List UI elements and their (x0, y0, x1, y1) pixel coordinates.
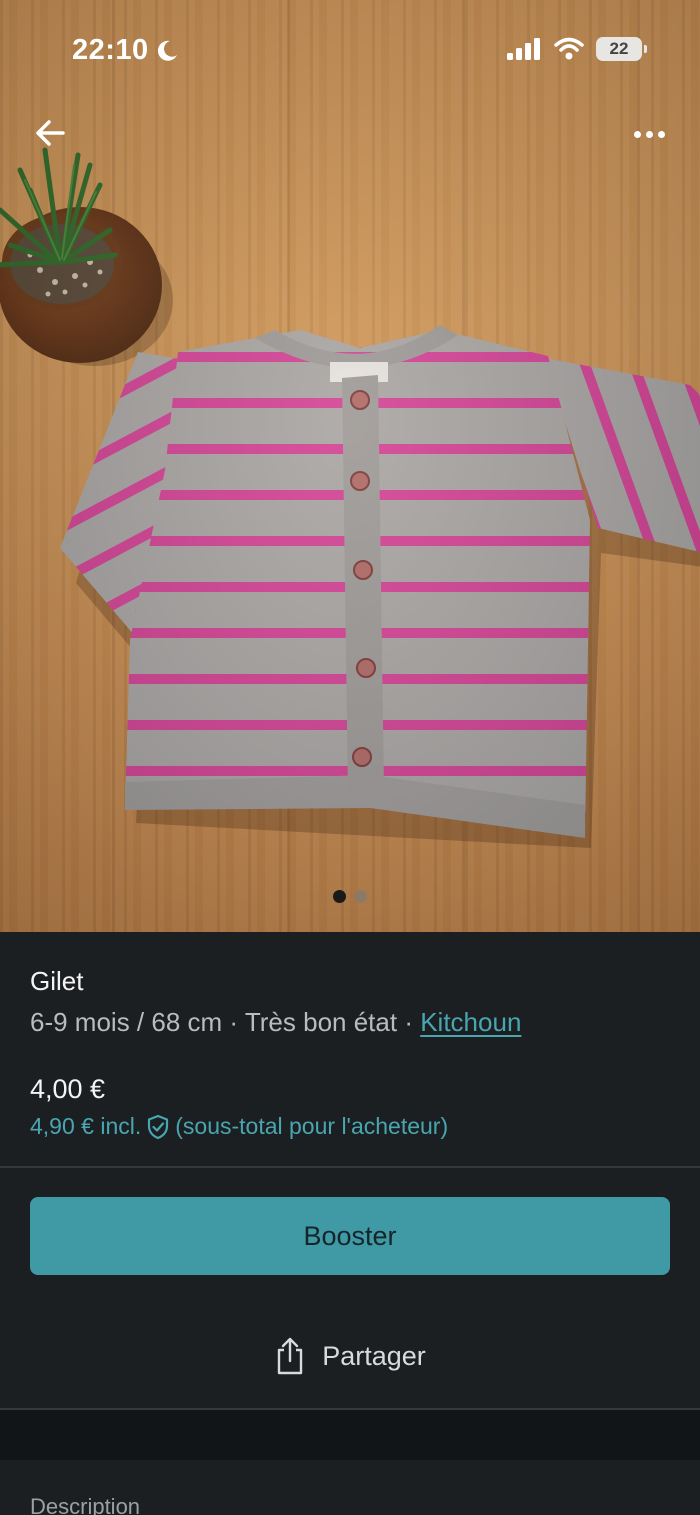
status-icons: 22 (506, 37, 647, 61)
item-photo (0, 147, 700, 848)
buyer-total-price[interactable]: 4,90 € incl. (sous-total pour l'acheteur… (30, 1113, 670, 1140)
description-label: Description (30, 1494, 141, 1515)
item-price: 4,00 € (30, 1074, 106, 1104)
boost-button[interactable]: Booster (30, 1197, 670, 1275)
share-label: Partager (322, 1340, 426, 1371)
pagination-dot[interactable] (354, 890, 367, 903)
meta-separator: · (229, 1007, 239, 1037)
item-meta: 6-9 mois / 68 cm · Très bon état · Kitch… (30, 1007, 670, 1038)
signal-icon (507, 38, 540, 60)
item-photo-gallery[interactable]: 22:10 22 (0, 0, 700, 932)
photo-pagination (0, 890, 700, 903)
pagination-dot-active[interactable] (333, 890, 346, 903)
item-info: Gilet 6-9 mois / 68 cm · Très bon état ·… (0, 932, 700, 1166)
share-icon (278, 1337, 303, 1375)
price-incl-value: 4,90 € incl. (30, 1113, 142, 1139)
item-size: 6-9 mois / 68 cm (30, 1007, 223, 1037)
back-button[interactable] (30, 112, 72, 154)
more-options-button[interactable] (626, 115, 672, 153)
item-title: Gilet (30, 966, 84, 996)
status-bar: 22:10 22 (0, 0, 700, 100)
meta-separator: · (404, 1007, 413, 1037)
item-brand-link[interactable]: Kitchoun (420, 1007, 521, 1037)
status-time: 22:10 (72, 34, 179, 67)
arrow-left-icon (36, 120, 65, 146)
battery-indicator: 22 (596, 37, 647, 61)
description-section: Description (0, 1460, 700, 1515)
item-actions: Booster Partager (0, 1168, 700, 1408)
more-horizontal-icon (633, 130, 641, 138)
moon-icon (157, 40, 177, 61)
price-incl-note: (sous-total pour l'acheteur) (175, 1113, 449, 1139)
share-button[interactable]: Partager (0, 1316, 700, 1396)
shield-check-icon (148, 1114, 169, 1139)
item-condition: Très bon état (244, 1007, 398, 1037)
plant-pot (0, 147, 173, 366)
section-gap (0, 1410, 700, 1460)
wifi-icon (554, 37, 584, 60)
